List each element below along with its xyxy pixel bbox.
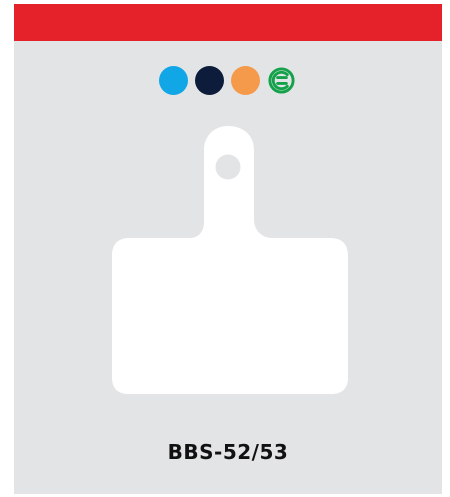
mounting-hole — [215, 154, 241, 180]
product-model-label: BBS-52/53 — [167, 440, 289, 464]
product-card[interactable]: BBS-52/53 — [14, 4, 442, 494]
brake-pad-image — [112, 126, 348, 394]
